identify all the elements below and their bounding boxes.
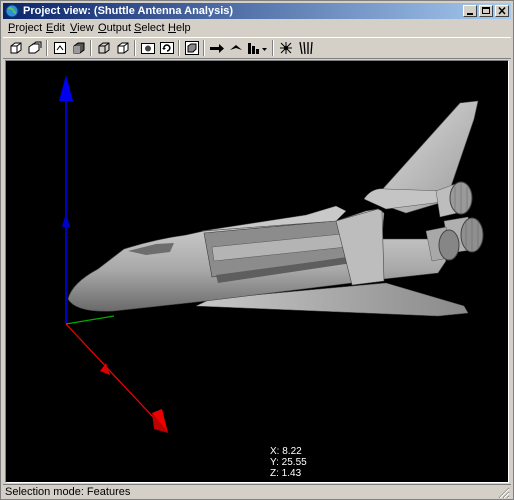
wing-button[interactable]	[227, 39, 245, 57]
close-icon	[498, 6, 506, 15]
resize-grip-icon[interactable]	[498, 487, 510, 499]
coord-z: Z: 1.43	[270, 468, 302, 479]
scene-canvas[interactable]	[6, 61, 508, 482]
menu-bar: Project Edit View Output Select Help	[3, 20, 511, 37]
toolbar-separator	[134, 40, 136, 56]
z-axis	[59, 75, 73, 324]
menu-output[interactable]: Output	[98, 22, 131, 35]
maximize-button[interactable]	[479, 5, 493, 17]
x-axis	[65, 323, 168, 433]
3d-viewport[interactable]: X: 8.22 Y: 25.55 Z: 1.43	[5, 60, 509, 483]
camera-button[interactable]	[139, 39, 157, 57]
coord-y: Y: 25.55	[270, 457, 307, 468]
close-button[interactable]	[495, 5, 509, 17]
iso-view-icon	[28, 41, 42, 54]
shaded-solid-icon	[73, 42, 85, 54]
camera-icon	[141, 43, 155, 54]
menu-select[interactable]: Select	[134, 22, 165, 35]
coord-x: X: 8.22	[270, 446, 302, 457]
status-text: Selection mode: Features	[5, 486, 131, 498]
box-outline-button[interactable]	[114, 39, 132, 57]
front-view-button[interactable]	[7, 39, 25, 57]
wireframe-box-icon	[98, 42, 110, 54]
minimize-button[interactable]	[463, 5, 477, 17]
antenna-array-button[interactable]	[296, 39, 314, 57]
toolbar-separator	[90, 40, 92, 56]
title-bar: Project view: (Shuttle Antenna Analysis)	[3, 3, 511, 19]
cube-select-icon	[185, 41, 199, 55]
minimize-icon	[467, 13, 473, 15]
cube-select-button[interactable]	[183, 39, 201, 57]
menu-project[interactable]: Project	[8, 22, 42, 35]
app-window: Project view: (Shuttle Antenna Analysis)…	[0, 0, 514, 500]
front-view-icon	[10, 42, 22, 54]
z-axis-arrow-icon	[59, 75, 73, 101]
antenna-array-icon	[299, 41, 313, 55]
antenna-burst-icon	[280, 42, 292, 54]
menu-help[interactable]: Help	[168, 22, 191, 35]
menu-view[interactable]: View	[70, 22, 94, 35]
globe-app-icon	[5, 4, 19, 18]
toolbar-separator	[203, 40, 205, 56]
toolbar-separator	[46, 40, 48, 56]
shaded-solid-button[interactable]	[70, 39, 88, 57]
wireframe-box-button[interactable]	[95, 39, 113, 57]
scene-frame-icon	[54, 42, 66, 54]
iso-view-button[interactable]	[26, 39, 44, 57]
scene-frame-button[interactable]	[51, 39, 69, 57]
antenna-burst-button[interactable]	[277, 39, 295, 57]
window-title: Project view: (Shuttle Antenna Analysis)	[23, 5, 234, 17]
menu-edit[interactable]: Edit	[46, 22, 65, 35]
coordinate-readout: X: 8.22 Y: 25.55 Z: 1.43	[270, 446, 307, 479]
rotate-icon	[160, 42, 174, 54]
rotate-button[interactable]	[158, 39, 176, 57]
status-bar: Selection mode: Features	[3, 484, 511, 499]
toolbar-separator	[178, 40, 180, 56]
y-axis	[65, 315, 115, 325]
maximize-icon	[482, 7, 490, 14]
toolbar	[3, 37, 511, 59]
bar-chart-icon	[248, 43, 267, 54]
toolbar-separator	[272, 40, 274, 56]
bar-chart-dropdown[interactable]	[246, 39, 270, 57]
arrow-right-button[interactable]	[208, 39, 226, 57]
box-outline-icon	[117, 42, 129, 54]
wing-icon	[230, 45, 242, 50]
arrow-right-icon	[210, 44, 224, 53]
